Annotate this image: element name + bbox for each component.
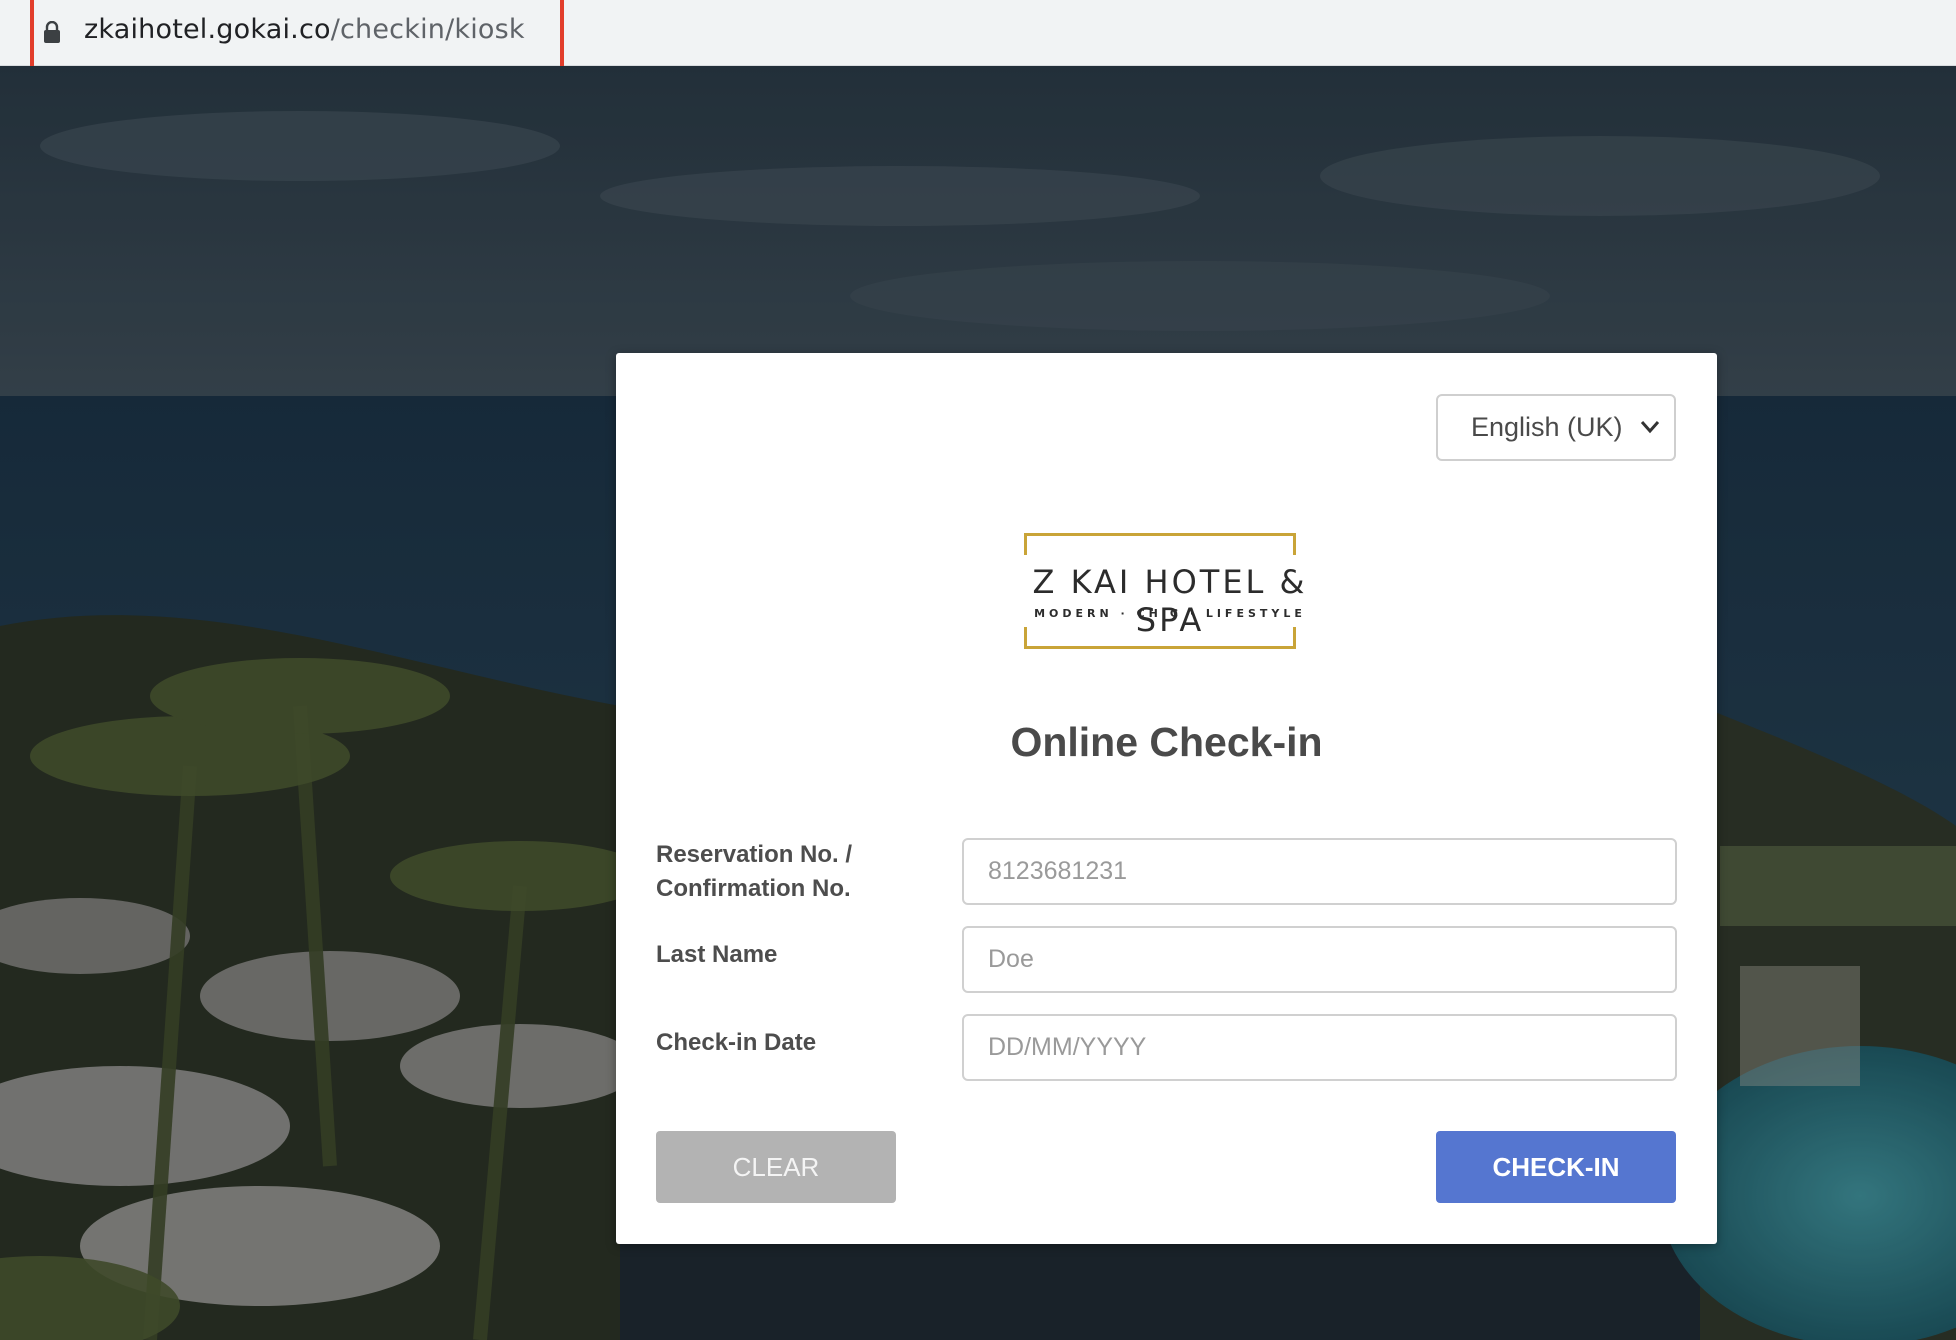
- checkin-date-label: Check-in Date: [656, 1029, 817, 1056]
- last-name-placeholder: Doe: [988, 945, 1034, 973]
- language-select-value: English (UK): [1471, 412, 1623, 442]
- checkin-button[interactable]: CHECK-IN: [1436, 1131, 1676, 1203]
- reservation-label-line1: Reservation No. /: [656, 841, 853, 868]
- reservation-label: Reservation No. / Confirmation No.: [656, 838, 852, 906]
- hotel-logo: Z KAI HOTEL & SPA MODERN · CHIC · LIFEST…: [1002, 533, 1338, 655]
- reservation-number-input[interactable]: 8123681231: [962, 838, 1677, 905]
- clear-button[interactable]: CLEAR: [656, 1131, 896, 1203]
- logo-frame-bottom: [1024, 627, 1296, 649]
- chevron-down-icon: [1640, 421, 1660, 434]
- checkin-date-input[interactable]: DD/MM/YYYY: [962, 1014, 1677, 1081]
- checkin-card: English (UK) Z KAI HOTEL & SPA MODERN · …: [616, 353, 1717, 1244]
- logo-tagline: MODERN · CHIC · LIFESTYLE: [1034, 607, 1306, 620]
- reservation-number-placeholder: 8123681231: [988, 857, 1128, 885]
- last-name-label: Last Name: [656, 941, 778, 968]
- language-select[interactable]: English (UK): [1436, 394, 1676, 461]
- reservation-label-line2: Confirmation No.: [656, 875, 851, 902]
- logo-frame-top: [1024, 533, 1296, 555]
- checkin-date-placeholder: DD/MM/YYYY: [988, 1033, 1147, 1061]
- last-name-input[interactable]: Doe: [962, 926, 1677, 993]
- page-title: Online Check-in: [1010, 719, 1323, 765]
